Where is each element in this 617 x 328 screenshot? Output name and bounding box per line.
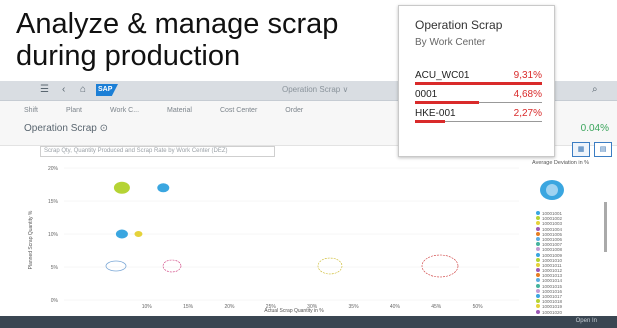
y-tick-label: 15% <box>48 199 59 205</box>
legend-scrollbar[interactable] <box>604 202 607 252</box>
sap-logo: SAP <box>96 84 118 96</box>
app-title[interactable]: Operation Scrap ∨ <box>282 85 348 94</box>
footer-bar: Open In <box>0 316 617 328</box>
scrap-bar <box>415 82 542 85</box>
chart-selector[interactable]: Scrap Qty, Quantity Produced and Scrap R… <box>40 146 275 157</box>
card-title: Operation Scrap <box>415 18 503 32</box>
data-point[interactable] <box>113 181 130 194</box>
bubble-outline <box>105 260 127 272</box>
filter-bar: Shift Plant Work C... Material Cost Center Or… <box>24 107 331 114</box>
filter-5[interactable]: Order <box>285 107 303 114</box>
x-tick-label: 35% <box>349 304 360 310</box>
filter-3[interactable]: Material <box>167 107 192 114</box>
x-tick-label: 50% <box>473 304 484 310</box>
x-axis-label: Actual Scrap Quantity in % <box>264 308 324 314</box>
headline-line-2: during production <box>16 40 241 72</box>
x-tick-label: 15% <box>183 304 194 310</box>
search-icon[interactable]: ⌕ <box>592 84 598 95</box>
x-tick-label: 20% <box>224 304 235 310</box>
card-row[interactable]: ACU_WC01 9,31% <box>415 70 542 90</box>
scrap-percentage: 2,27% <box>513 108 542 119</box>
kpi-value: 0.04% <box>580 123 609 134</box>
work-center-name: ACU_WC01 <box>415 70 470 81</box>
chart-legend: Average Deviation in % 10001001 10001002 1… <box>532 160 617 315</box>
table-view-button[interactable]: ▤ <box>594 142 612 157</box>
filter-4[interactable]: Cost Center <box>220 107 257 114</box>
filter-1[interactable]: Plant <box>66 107 82 114</box>
legend-bubble <box>540 180 564 200</box>
scatter-chart: 20%15%10%5%0%10% 15% 20% 25% 30% 35% 40% 45% 50%… <box>28 166 519 314</box>
menu-icon[interactable]: ☰ <box>40 84 49 95</box>
y-tick-label: 10% <box>48 232 59 238</box>
bubble-outline <box>162 259 182 273</box>
scrap-card[interactable]: Operation Scrap By Work Center ACU_WC01 9… <box>398 5 555 157</box>
home-icon[interactable]: ⌂ <box>80 84 86 95</box>
data-point[interactable] <box>134 231 143 237</box>
x-tick-label: 40% <box>390 304 401 310</box>
page-title: Operation Scrap ⊙ <box>24 123 108 134</box>
scrap-percentage: 9,31% <box>513 70 542 81</box>
data-point[interactable] <box>115 229 128 239</box>
x-tick-label: 10% <box>142 304 153 310</box>
card-row[interactable]: 0001 4,68% <box>415 89 542 109</box>
open-in-button[interactable]: Open In <box>576 318 597 324</box>
y-tick-label: 0% <box>51 298 59 304</box>
scrap-bar <box>415 101 479 104</box>
chevron-down-icon[interactable]: ⊙ <box>100 123 108 134</box>
filter-0[interactable]: Shift <box>24 107 38 114</box>
work-center-name: HKE-001 <box>415 108 456 119</box>
y-axis-label: Planned Scrap Quantity % <box>28 210 34 269</box>
filter-2[interactable]: Work C... <box>110 107 139 114</box>
bubble-outline <box>317 257 343 275</box>
x-tick-label: 45% <box>431 304 442 310</box>
chart-view-button[interactable]: ▦ <box>572 142 590 157</box>
y-tick-label: 20% <box>48 166 59 172</box>
data-point[interactable] <box>157 183 170 193</box>
bubble-outline <box>421 254 459 278</box>
scrap-bar <box>415 120 446 123</box>
headline: Analyze & manage scrap during production <box>16 8 338 72</box>
card-subtitle: By Work Center <box>415 37 486 48</box>
back-icon[interactable]: ‹ <box>62 84 65 95</box>
work-center-name: 0001 <box>415 89 438 100</box>
scrap-percentage: 4,68% <box>513 89 542 100</box>
card-row[interactable]: HKE-001 2,27% <box>415 108 542 128</box>
legend-item[interactable]: 10001020 <box>532 309 617 315</box>
headline-line-1: Analyze & manage scrap <box>16 8 339 40</box>
y-tick-label: 5% <box>51 265 59 271</box>
